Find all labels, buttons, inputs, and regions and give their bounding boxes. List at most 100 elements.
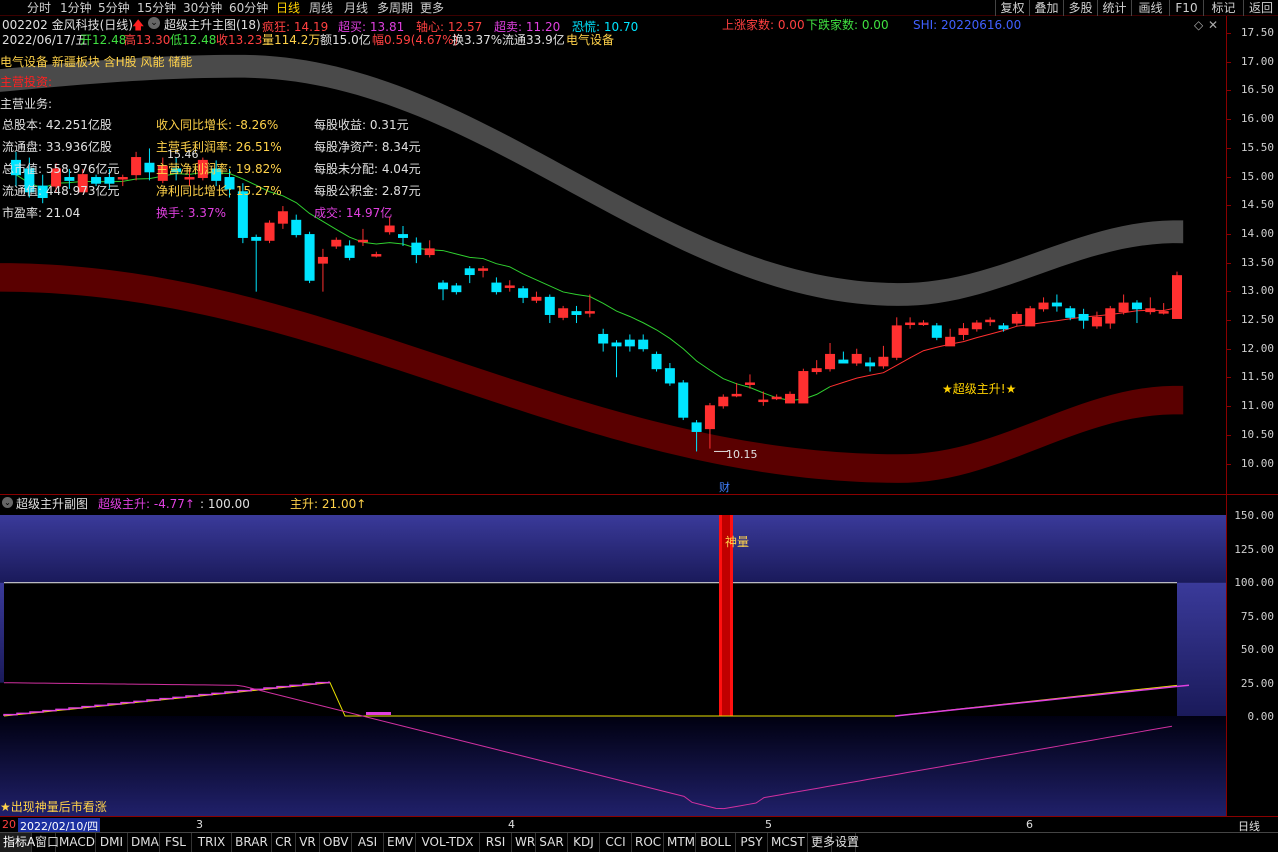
kline-chart[interactable] (0, 16, 1226, 494)
candle-body (584, 311, 595, 314)
candle (651, 351, 662, 372)
sub-tick-1: 125.00 (1234, 542, 1274, 556)
indicator-tab-17[interactable]: KDJ (568, 833, 600, 852)
quote-turnover: 换3.37% (452, 33, 503, 47)
price-tick-mark (1227, 119, 1231, 121)
indicator-tab-22[interactable]: PSY (736, 833, 768, 852)
indicator-tab-14[interactable]: RSI (480, 833, 512, 852)
candle-body (384, 225, 395, 233)
price-tick-0: 17.50 (1240, 26, 1274, 39)
candle (865, 357, 876, 372)
indicator-tab-4[interactable]: DMA (128, 833, 160, 852)
tab-4[interactable]: 30分钟 (183, 0, 222, 16)
indicator-tab-9[interactable]: VR (296, 833, 320, 852)
tool-5[interactable]: F10 (1169, 0, 1203, 16)
candle (491, 277, 502, 295)
quote-high: 高13.30 (124, 33, 171, 47)
sub-indicator-chart[interactable] (0, 511, 1226, 816)
indicator-tab-5[interactable]: FSL (160, 833, 192, 852)
low-price-mark: 10.15 (726, 448, 758, 461)
indicator-tab-0[interactable]: 指标A (0, 833, 35, 852)
tab-0[interactable]: 分时 (27, 0, 51, 16)
candle-body (891, 325, 902, 358)
chevron-down-icon[interactable]: ⌄ (148, 17, 160, 29)
tool-0[interactable]: 复权 (995, 0, 1029, 16)
price-tick-mark (1227, 205, 1231, 207)
indicator-tab-18[interactable]: CCI (600, 833, 632, 852)
indicator-tab-2[interactable]: MACD (56, 833, 96, 852)
indicator-tab-12[interactable]: EMV (384, 833, 416, 852)
tab-8[interactable]: 月线 (344, 0, 368, 16)
sub-tick-5: 25.00 (1240, 676, 1274, 690)
sub-upper-zone (0, 515, 1226, 583)
quote-volume: 量114.2万 (262, 33, 321, 47)
sub-tick-2: 100.00 (1234, 576, 1274, 589)
indicator-tab-7[interactable]: BRAR (232, 833, 272, 852)
quote-date: 2022/06/17/五 (2, 33, 88, 47)
financial-item-2: 每股收益: 0.31元 (314, 118, 409, 132)
indicator-tab-19[interactable]: ROC (632, 833, 664, 852)
financial-report-marker[interactable]: 财 (719, 481, 730, 495)
indicator-tab-23[interactable]: MCST (768, 833, 808, 852)
tab-5[interactable]: 60分钟 (229, 0, 268, 16)
candle (251, 234, 262, 292)
financial-item-7: 主营净利润率: 19.82% (156, 162, 282, 176)
price-tick-mark (1227, 147, 1231, 149)
tool-7[interactable]: 返回 (1243, 0, 1278, 16)
tool-2[interactable]: 多股 (1063, 0, 1097, 16)
indicator-tab-6[interactable]: TRIX (192, 833, 232, 852)
tab-6[interactable]: 日线 (276, 0, 300, 16)
period-toolbar: 分时 1分钟 5分钟 15分钟 30分钟 60分钟 日线 周线 月线 多周期 更多 复权 叠加 多股 统计画… (0, 0, 1278, 16)
super-rise-signal: ★超级主升!★ (942, 382, 1017, 396)
indicator-tab-25[interactable]: 设置 (832, 833, 859, 852)
tool-6[interactable]: 标记 (1203, 0, 1243, 16)
tab-9[interactable]: 多周期 (377, 0, 413, 16)
indicator-tab-1[interactable]: 窗口 (32, 833, 59, 852)
tool-1[interactable]: 叠加 (1029, 0, 1063, 16)
indicator-tab-16[interactable]: SAR (536, 833, 568, 852)
tab-3[interactable]: 15分钟 (137, 0, 176, 16)
candle-body (718, 396, 729, 407)
indicator-tab-11[interactable]: ASI (352, 833, 384, 852)
diamond-icon[interactable]: ◇ (1194, 18, 1203, 32)
indicator-tab-20[interactable]: MTM (664, 833, 696, 852)
indicator-tab-24[interactable]: 更多 (808, 833, 835, 852)
tool-3[interactable]: 统计 (1097, 0, 1131, 16)
candle-body (704, 405, 715, 430)
quote-close: 收13.23 (216, 33, 263, 47)
candle-body (304, 234, 315, 281)
legend-title: 超级主升主图(18) (164, 18, 261, 32)
indicator-tab-21[interactable]: BOLL (696, 833, 736, 852)
candle (624, 334, 635, 352)
indicator-tab-3[interactable]: DMI (96, 833, 128, 852)
indicator-tab-13[interactable]: VOL-TDX (416, 833, 480, 852)
price-tick-mark (1227, 348, 1231, 350)
quote-sector: 电气设备 (566, 33, 615, 47)
tab-7[interactable]: 周线 (309, 0, 333, 16)
price-tick-mark (1227, 291, 1231, 293)
indicator-tab-8[interactable]: CR (272, 833, 296, 852)
candle-body (985, 319, 996, 323)
month-6: 6 (1026, 818, 1033, 831)
tab-2[interactable]: 5分钟 (98, 0, 130, 16)
sub-left-edge (0, 582, 4, 683)
tab-1[interactable]: 1分钟 (60, 0, 92, 16)
candle (971, 320, 982, 332)
sub-chevron-icon[interactable]: ⌄ (2, 497, 13, 508)
price-tick-12: 11.50 (1240, 370, 1274, 384)
candle-body (1011, 313, 1022, 324)
candle (1118, 294, 1129, 315)
x-icon[interactable]: ✕ (1208, 18, 1218, 32)
candle-body (878, 356, 889, 367)
tool-4[interactable]: 画线 (1131, 0, 1169, 16)
price-tick-mark (1227, 176, 1231, 178)
candle-body (811, 368, 822, 373)
quote-amount: 额15.0亿 (320, 33, 371, 47)
candle (1145, 297, 1156, 315)
concept-tags: 电气设备 新疆板块 含H股 风能 储能 (0, 55, 193, 69)
price-tick-6: 14.50 (1240, 198, 1274, 212)
indicator-tab-10[interactable]: OBV (320, 833, 352, 852)
indicator-tab-15[interactable]: WR (512, 833, 536, 852)
tab-10[interactable]: 更多 (420, 0, 444, 16)
candle-body (491, 282, 502, 293)
